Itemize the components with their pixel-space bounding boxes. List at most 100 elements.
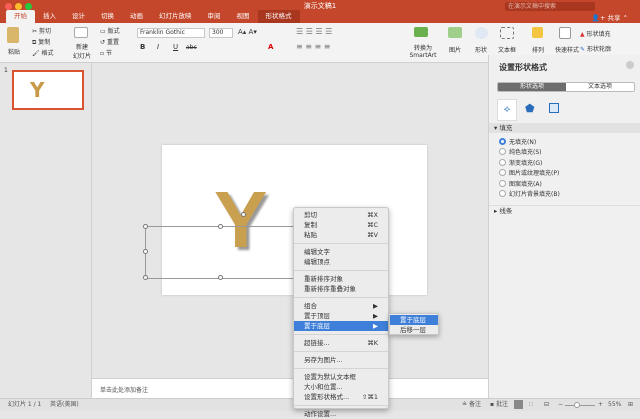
line-section-header[interactable]: ▸ 线条 [489, 205, 640, 215]
format-painter-button[interactable]: 🖌 格式 [32, 48, 54, 57]
shape-fill-button[interactable]: ▲ 形状填充 [580, 29, 611, 38]
copy-button[interactable]: ⧉ 复制 [32, 37, 50, 47]
menu-item[interactable]: 置于顶层 ▶ [294, 311, 388, 321]
tab-text-options[interactable]: 文本选项 [566, 83, 634, 91]
layout-button[interactable]: ▭ 版式 [100, 26, 120, 35]
tab-animations[interactable]: 动画 [122, 10, 151, 23]
zoom-in-button[interactable]: + [598, 399, 603, 411]
strikethrough-button[interactable]: abc [186, 44, 197, 51]
notes-button[interactable]: ≗ 备注 [462, 399, 481, 411]
tab-view[interactable]: 视图 [229, 10, 258, 23]
fill-section-header[interactable]: ▾ 填充 [489, 123, 640, 133]
zoom-slider-thumb[interactable] [574, 402, 580, 408]
menu-item[interactable]: 组合 ▶ [294, 301, 388, 311]
slide-sorter-button[interactable]: ∷ [529, 399, 533, 411]
menu-item[interactable]: 编辑顶点 [294, 257, 388, 267]
fill-option-solid[interactable]: 纯色填充(S) [489, 147, 640, 158]
search-input[interactable]: 在演示文稿中搜索 [505, 2, 595, 11]
fill-option-picture[interactable]: 图片或纹理填充(P) [489, 168, 640, 179]
tab-shape-options[interactable]: 形状选项 [498, 83, 566, 91]
resize-handle[interactable] [143, 275, 148, 280]
menu-item[interactable]: 剪切 ⌘X [294, 210, 388, 220]
fill-line-icon[interactable]: ⟡ [497, 99, 517, 121]
tab-transitions[interactable]: 切换 [93, 10, 122, 23]
menu-item[interactable]: 另存为图片... [294, 355, 388, 365]
rotate-handle[interactable] [241, 212, 246, 217]
font-select[interactable]: Franklin Gothic [137, 28, 205, 38]
reset-button[interactable]: ↺ 重置 [100, 37, 119, 46]
resize-handle[interactable] [143, 249, 148, 254]
menu-item[interactable]: 重新排序对象 [294, 274, 388, 284]
textbox-icon[interactable] [500, 27, 514, 39]
arrange-icon[interactable] [532, 27, 543, 38]
slide-thumbnail[interactable]: Y [12, 70, 84, 110]
paragraph-controls[interactable]: ☰ ☰ ☰ ☰ [296, 27, 332, 36]
fill-option-background[interactable]: 幻灯片背景填充(B) [489, 189, 640, 200]
menu-item[interactable]: 粘贴 ⌘V [294, 230, 388, 240]
paste-icon[interactable] [7, 27, 19, 43]
menu-item[interactable]: 置于底层 ▶ [294, 321, 388, 331]
tab-shape-format[interactable]: 形状格式 [257, 10, 300, 23]
shape-outline-button[interactable]: ✎ 形状轮廓 [580, 44, 611, 53]
quick-styles-button[interactable]: 快速样式 [555, 45, 579, 54]
alignment-controls[interactable]: ≡ ≡ ≡ ≡ [296, 42, 330, 51]
fill-option-pattern[interactable]: 图案填充(A) [489, 178, 640, 189]
selected-textbox[interactable] [143, 212, 295, 280]
resize-handle[interactable] [218, 275, 223, 280]
font-grow-shrink-buttons[interactable]: A▴ A▾ [238, 28, 257, 36]
menu-item-label: 编辑文字 [304, 248, 330, 256]
normal-view-button[interactable] [514, 400, 523, 409]
menu-item[interactable]: 重新排序重叠对象 [294, 284, 388, 294]
comments-button[interactable]: ▪ 批注 [490, 399, 508, 411]
fill-option-gradient[interactable]: 渐变填充(G) [489, 157, 640, 168]
submenu-send-to-back[interactable]: 置于底层 [390, 315, 438, 325]
tab-review[interactable]: 审阅 [200, 10, 229, 23]
picture-button[interactable]: 图片 [449, 45, 461, 54]
font-color-button[interactable]: A [268, 43, 273, 51]
paste-button[interactable]: 粘贴 [8, 47, 20, 56]
bold-button[interactable]: B [140, 43, 145, 51]
underline-button[interactable]: U [173, 43, 178, 51]
tab-slideshow[interactable]: 幻灯片放映 [151, 10, 200, 23]
picture-icon[interactable] [448, 27, 462, 38]
resize-handle[interactable] [218, 224, 223, 229]
resize-handle[interactable] [143, 224, 148, 229]
tab-insert[interactable]: 插入 [35, 10, 64, 23]
arrange-button[interactable]: 排列 [532, 45, 544, 54]
shape-button[interactable]: 形状 [475, 45, 487, 54]
submenu-send-backward[interactable]: 后移一层 [390, 325, 438, 335]
quick-styles-icon[interactable] [559, 27, 571, 39]
font-size-select[interactable]: 300 [209, 28, 233, 38]
section-button[interactable]: ▫ 节 [100, 48, 112, 57]
menu-item[interactable]: 大小和位置... [294, 382, 388, 392]
fill-option-label: 纯色填充(S) [509, 149, 542, 157]
tab-home[interactable]: 开始 [6, 10, 35, 23]
zoom-level: 55% [608, 401, 622, 408]
fit-window-icon[interactable]: ⊞ [628, 399, 633, 411]
effects-icon[interactable]: ⬟ [525, 102, 535, 115]
tab-design[interactable]: 设计 [64, 10, 93, 23]
menu-item[interactable]: 设置为默认文本框 [294, 372, 388, 382]
zoom-out-button[interactable]: − [558, 399, 563, 411]
share-button[interactable]: 👤+ 共享 ⌃ [592, 12, 628, 22]
menu-item-label: 设置为默认文本框 [304, 373, 356, 381]
smartart-icon[interactable] [414, 27, 428, 37]
textbox-button[interactable]: 文本框 [498, 45, 516, 54]
notes-area[interactable]: 单击此处添加备注 [92, 378, 488, 398]
italic-button[interactable]: I [157, 43, 159, 51]
close-pane-icon[interactable] [626, 61, 634, 69]
convert-smartart-button[interactable]: 转换为SmartArt [408, 43, 438, 59]
menu-item[interactable]: 设置形状格式... ⇧⌘1 [294, 392, 388, 402]
size-properties-icon[interactable] [549, 103, 559, 113]
new-slide-icon[interactable] [74, 27, 88, 38]
zoom-slider[interactable] [565, 405, 595, 406]
new-slide-button[interactable]: 新建 幻灯片 [73, 42, 91, 60]
menu-item[interactable]: 复制 ⌘C [294, 220, 388, 230]
fill-option-none[interactable]: 无填充(N) [489, 136, 640, 147]
reading-view-button[interactable]: ⊟ [544, 399, 549, 411]
cut-button[interactable]: ✂ 剪切 [32, 26, 51, 35]
fill-option-label: 幻灯片背景填充(B) [509, 191, 560, 199]
menu-item[interactable]: 超链接... ⌘K [294, 338, 388, 348]
shape-icon[interactable] [475, 27, 488, 39]
menu-item[interactable]: 编辑文字 [294, 247, 388, 257]
